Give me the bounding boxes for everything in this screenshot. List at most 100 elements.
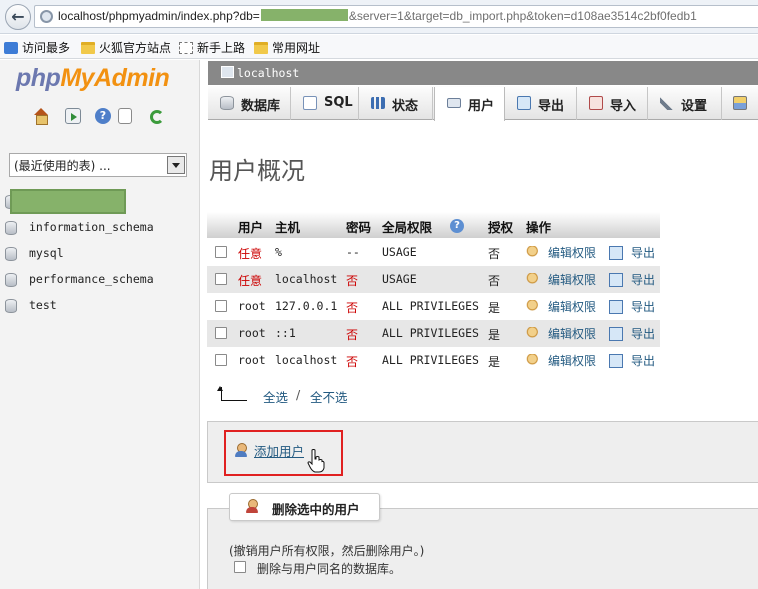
tab-sql[interactable]: SQL (291, 87, 359, 120)
column-grant[interactable]: 授权 (488, 217, 513, 236)
edit-privileges-icon[interactable] (526, 246, 540, 260)
tab-label: 设置 (681, 99, 708, 114)
tab-label: SQL (324, 95, 353, 110)
edit-privileges-link[interactable]: 编辑权限 (548, 325, 596, 342)
edit-privileges-link[interactable]: 编辑权限 (548, 352, 596, 369)
select-separator: / (296, 387, 301, 402)
edit-privileges-icon[interactable] (526, 300, 540, 314)
documentation-icon[interactable] (118, 108, 132, 124)
add-user-icon[interactable] (234, 443, 249, 458)
database-icon (5, 299, 17, 313)
edit-privileges-link[interactable]: 编辑权限 (548, 271, 596, 288)
cell-user: root (238, 353, 266, 367)
tab-more[interactable] (722, 87, 758, 120)
home-icon[interactable] (33, 108, 49, 125)
delete-users-note: (撤销用户所有权限，然后删除用户。) (229, 544, 425, 558)
cell-host: 127.0.0.1 (275, 299, 338, 313)
bar-chart-icon (371, 97, 385, 109)
cell-password: 否 (346, 355, 359, 369)
column-user[interactable]: 用户 (238, 217, 263, 236)
folder-icon (254, 42, 268, 54)
logout-icon[interactable] (65, 108, 81, 124)
cell-user: 任意 (238, 247, 263, 261)
row-checkbox[interactable] (215, 327, 227, 339)
url-text[interactable]: localhost/phpmyadmin/index.php?db= &serve… (58, 9, 697, 23)
database-label: test (29, 298, 57, 312)
edit-privileges-link[interactable]: 编辑权限 (548, 244, 596, 261)
export-link[interactable]: 导出 (631, 298, 655, 315)
export-icon[interactable] (609, 246, 623, 260)
export-icon[interactable] (609, 354, 623, 368)
url-redaction (260, 9, 348, 21)
database-icon (220, 96, 234, 110)
page-title: 用户概况 (209, 157, 305, 185)
cell-host: ::1 (275, 326, 296, 340)
row-checkbox[interactable] (215, 354, 227, 366)
wrench-icon (660, 96, 674, 110)
export-icon[interactable] (609, 327, 623, 341)
tab-label: 导入 (610, 99, 637, 114)
cell-privileges: USAGE (382, 272, 417, 286)
select-all-link[interactable]: 全选 (263, 387, 288, 406)
delete-users-title: 删除选中的用户 (272, 502, 360, 517)
export-link[interactable]: 导出 (631, 352, 655, 369)
column-host[interactable]: 主机 (275, 217, 300, 236)
users-icon (447, 98, 461, 108)
tab-databases[interactable]: 数据库 (208, 87, 291, 120)
column-global-privileges[interactable]: 全局权限 (382, 217, 432, 236)
bookmark-common-sites[interactable]: 常用网址 (254, 39, 320, 55)
cell-host: localhost (275, 353, 338, 367)
edit-privileges-link[interactable]: 编辑权限 (548, 298, 596, 315)
help-icon[interactable]: ? (450, 219, 464, 233)
tab-users[interactable]: 用户 (434, 87, 505, 121)
edit-privileges-icon[interactable] (526, 327, 540, 341)
tab-export[interactable]: 导出 (505, 87, 577, 120)
bookmark-getting-started[interactable]: 新手上路 (179, 39, 245, 55)
help-icon[interactable]: ? (95, 108, 111, 124)
drop-same-name-db-label[interactable]: 删除与用户同名的数据库。 (257, 560, 401, 577)
server-breadcrumb[interactable]: localhost (237, 66, 299, 80)
cell-privileges: ALL PRIVILEGES (382, 299, 479, 313)
cell-password: -- (346, 245, 360, 259)
tab-settings[interactable]: 设置 (648, 87, 722, 120)
bookmark-most-visited[interactable]: 访问最多 (4, 39, 70, 55)
row-checkbox[interactable] (215, 246, 227, 258)
select-none-link[interactable]: 全不选 (310, 387, 348, 406)
tab-import[interactable]: 导入 (577, 87, 648, 120)
column-action: 操作 (526, 220, 552, 235)
back-button[interactable]: ← (5, 4, 31, 30)
row-checkbox[interactable] (215, 300, 227, 312)
bookmark-firefox-official[interactable]: 火狐官方站点 (81, 39, 171, 55)
column-password[interactable]: 密码 (346, 217, 371, 236)
logo-part-php: php (16, 64, 61, 92)
phpmyadmin-logo[interactable]: phpMyAdmin (16, 64, 170, 93)
tab-status[interactable]: 状态 (359, 87, 433, 120)
page-icon (179, 42, 193, 54)
url-suffix: &server=1&target=db_import.php&token=d10… (348, 9, 697, 23)
export-link[interactable]: 导出 (631, 325, 655, 342)
more-icon (733, 96, 747, 110)
cell-password: 否 (346, 274, 359, 288)
export-icon[interactable] (609, 300, 623, 314)
reload-icon[interactable] (150, 110, 164, 124)
server-icon (221, 66, 234, 78)
export-link[interactable]: 导出 (631, 244, 655, 261)
star-folder-icon (4, 42, 18, 54)
drop-same-name-db-checkbox[interactable] (234, 561, 246, 573)
row-checkbox[interactable] (215, 273, 227, 285)
folder-icon (81, 42, 95, 54)
export-link[interactable]: 导出 (631, 271, 655, 288)
cell-user: 任意 (238, 274, 263, 288)
database-label: information_schema (29, 220, 154, 234)
export-icon[interactable] (609, 273, 623, 287)
database-icon (5, 273, 17, 287)
sql-document-icon (303, 96, 317, 110)
add-user-link[interactable]: 添加用户 (254, 441, 304, 460)
cell-grant: 是 (488, 328, 501, 342)
edit-privileges-icon[interactable] (526, 354, 540, 368)
cell-grant: 否 (488, 247, 501, 261)
edit-privileges-icon[interactable] (526, 273, 540, 287)
bookmark-label: 新手上路 (197, 41, 246, 55)
cell-host: % (275, 245, 282, 259)
chevron-down-icon[interactable] (167, 156, 185, 174)
